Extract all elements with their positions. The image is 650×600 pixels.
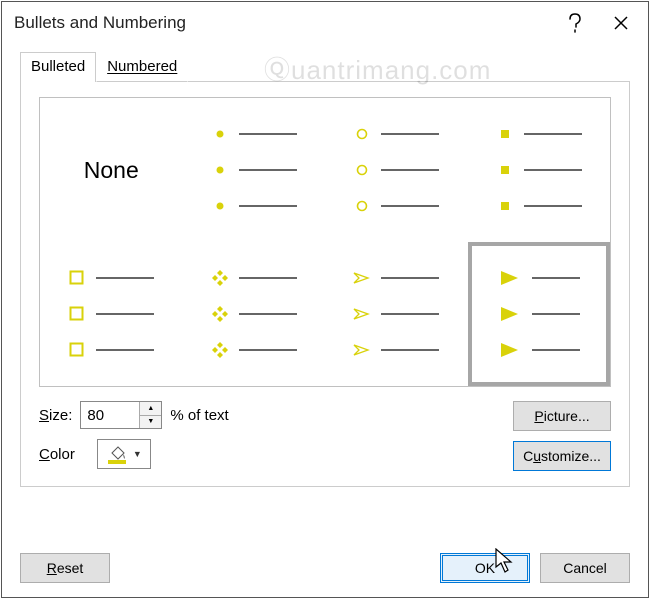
square-icon — [496, 125, 514, 143]
dialog-window: Bullets and Numbering Bulleted Numbered … — [1, 1, 649, 598]
dialog-title: Bullets and Numbering — [14, 13, 552, 33]
bullet-style-hollow-dot[interactable] — [325, 98, 468, 242]
bullet-style-hollow-square[interactable] — [40, 242, 183, 386]
hollow-square-icon — [68, 269, 86, 287]
titlebar: Bullets and Numbering — [2, 2, 648, 44]
tab-bulleted[interactable]: Bulleted — [20, 52, 96, 82]
close-icon — [613, 15, 629, 31]
color-label: Color — [39, 446, 75, 463]
pct-of-text-label: % of text — [170, 407, 228, 424]
tab-panel-bulleted: None — [20, 81, 630, 487]
circle-icon — [353, 125, 371, 143]
triangle-icon — [498, 269, 522, 287]
help-icon — [568, 13, 582, 33]
paint-bucket-icon — [106, 443, 128, 465]
bullet-style-filled-square[interactable] — [468, 98, 611, 242]
reset-button[interactable]: Reset — [20, 553, 110, 583]
arrowhead-icon — [353, 269, 371, 287]
tab-strip: Bulleted Numbered — [20, 52, 630, 82]
bullet-style-grid: None — [39, 97, 611, 387]
size-input[interactable] — [81, 402, 139, 428]
diamond-cluster-icon — [211, 269, 229, 287]
cancel-button[interactable]: Cancel — [540, 553, 630, 583]
size-up-button[interactable]: ▲ — [140, 402, 161, 416]
bullet-style-filled-dot[interactable] — [183, 98, 326, 242]
none-label: None — [84, 157, 139, 184]
color-picker-button[interactable]: ▼ — [97, 439, 151, 469]
picture-button[interactable]: Picture... — [513, 401, 611, 431]
bullet-style-diamond-cluster[interactable] — [183, 242, 326, 386]
help-button[interactable] — [552, 5, 598, 41]
ok-button[interactable]: OK — [440, 553, 530, 583]
size-label: Size: — [39, 407, 72, 424]
dialog-footer: Reset OK Cancel — [2, 543, 648, 597]
bullet-style-filled-triangle[interactable] — [468, 242, 611, 386]
size-spinner[interactable]: ▲ ▼ — [80, 401, 162, 429]
dot-icon — [211, 125, 229, 143]
size-down-button[interactable]: ▼ — [140, 416, 161, 429]
bullet-style-none[interactable]: None — [40, 98, 183, 242]
tab-numbered[interactable]: Numbered — [96, 52, 188, 82]
close-button[interactable] — [598, 5, 644, 41]
chevron-down-icon: ▼ — [133, 449, 142, 459]
bullet-style-arrowhead[interactable] — [325, 242, 468, 386]
customize-button[interactable]: Customize... — [513, 441, 611, 471]
